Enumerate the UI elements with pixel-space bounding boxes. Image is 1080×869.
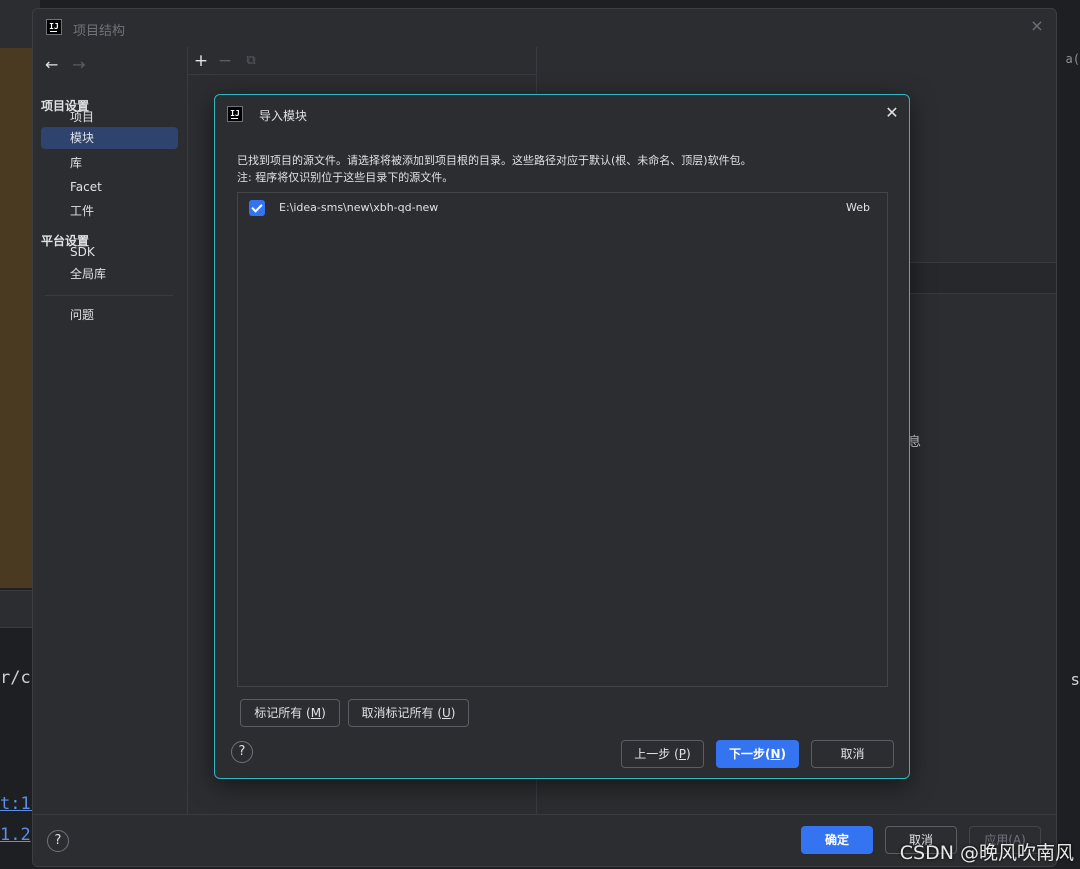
mark-all-label: 标记所有 ( [254, 706, 311, 720]
next-label: 下一步( [728, 747, 771, 761]
forward-arrow-icon[interactable]: → [72, 55, 94, 74]
sidebar-item-facets[interactable]: Facet [41, 176, 178, 198]
import-module-dialog: IJ 导入模块 ✕ 已找到项目的源文件。请选择将被添加到项目根的目录。这些路径对… [214, 94, 910, 779]
ide-right-text: s [1070, 670, 1080, 689]
mark-all-suffix: ) [321, 706, 326, 720]
sidebar-item-modules[interactable]: 模块 [41, 127, 178, 149]
details-tab-strip [909, 262, 1056, 294]
sidebar-item-global-libraries[interactable]: 全局库 [41, 263, 178, 285]
unmark-all-label: 取消标记所有 ( [361, 706, 443, 720]
sidebar-item-sdk[interactable]: SDK [41, 241, 178, 263]
settings-sidebar: ← → 项目设置 项目 模块 库 Facet 工件 平台设置 SDK 全局库 问… [33, 47, 187, 817]
source-roots-list: E:\idea-sms\new\xbh-qd-new Web [237, 192, 888, 687]
dialog-message-line-2: 注: 程序将仅识别位于这些目录下的源文件。 [237, 171, 454, 184]
nav-arrows: ← → [45, 55, 94, 74]
sidebar-item-libraries[interactable]: 库 [41, 152, 178, 174]
modules-toolbar: + − ⧉ [188, 47, 536, 75]
copy-icon[interactable]: ⧉ [241, 51, 261, 71]
sidebar-item-project[interactable]: 项目 [41, 106, 178, 128]
csdn-watermark: CSDN @晚风吹南风 [899, 842, 1074, 864]
dialog-message-line-1: 已找到项目的源文件。请选择将被添加到项目根的目录。这些路径对应于默认(根、未命名… [237, 154, 752, 167]
next-button[interactable]: 下一步(N) [716, 740, 799, 768]
ide-right-fragment [1056, 0, 1080, 869]
next-mnemonic: N [770, 747, 781, 761]
mark-all-mnemonic: M [310, 706, 322, 720]
window-titlebar: IJ 项目结构 × [33, 9, 1056, 47]
previous-suffix: ) [686, 747, 691, 761]
sidebar-item-problems[interactable]: 问题 [41, 304, 178, 326]
help-icon[interactable]: ? [47, 830, 69, 852]
list-item[interactable]: E:\idea-sms\new\xbh-qd-new Web [238, 198, 887, 218]
dialog-close-icon[interactable]: ✕ [883, 104, 901, 122]
window-title: 项目结构 [73, 24, 126, 39]
dialog-cancel-button[interactable]: 取消 [811, 740, 894, 768]
back-arrow-icon[interactable]: ← [45, 55, 67, 74]
dialog-help-icon[interactable]: ? [231, 741, 253, 763]
previous-button[interactable]: 上一步 (P) [621, 740, 704, 768]
unmark-all-button[interactable]: 取消标记所有 (U) [348, 699, 469, 727]
unmark-all-mnemonic: U [442, 706, 451, 720]
previous-mnemonic: P [678, 747, 687, 761]
unmark-all-suffix: ) [450, 706, 456, 720]
source-root-type: Web [846, 201, 870, 214]
source-root-checkbox[interactable] [249, 200, 265, 216]
source-root-path: E:\idea-sms\new\xbh-qd-new [279, 201, 439, 214]
dialog-title: 导入模块 [259, 109, 308, 123]
ide-console-link[interactable]: 1.2 [0, 825, 31, 845]
mark-all-button[interactable]: 标记所有 (M) [240, 699, 340, 727]
sidebar-item-artifacts[interactable]: 工件 [41, 200, 178, 222]
next-suffix: ) [780, 747, 787, 761]
sidebar-divider [45, 295, 173, 296]
add-icon[interactable]: + [191, 51, 211, 71]
ok-button[interactable]: 确定 [801, 826, 873, 854]
window-close-icon[interactable]: × [1028, 17, 1046, 35]
previous-label: 上一步 ( [634, 747, 679, 761]
remove-icon[interactable]: − [215, 51, 235, 71]
ide-right-text: a( [1065, 52, 1080, 66]
intellij-logo-icon: IJ [46, 19, 62, 35]
intellij-logo-icon: IJ [227, 106, 243, 122]
